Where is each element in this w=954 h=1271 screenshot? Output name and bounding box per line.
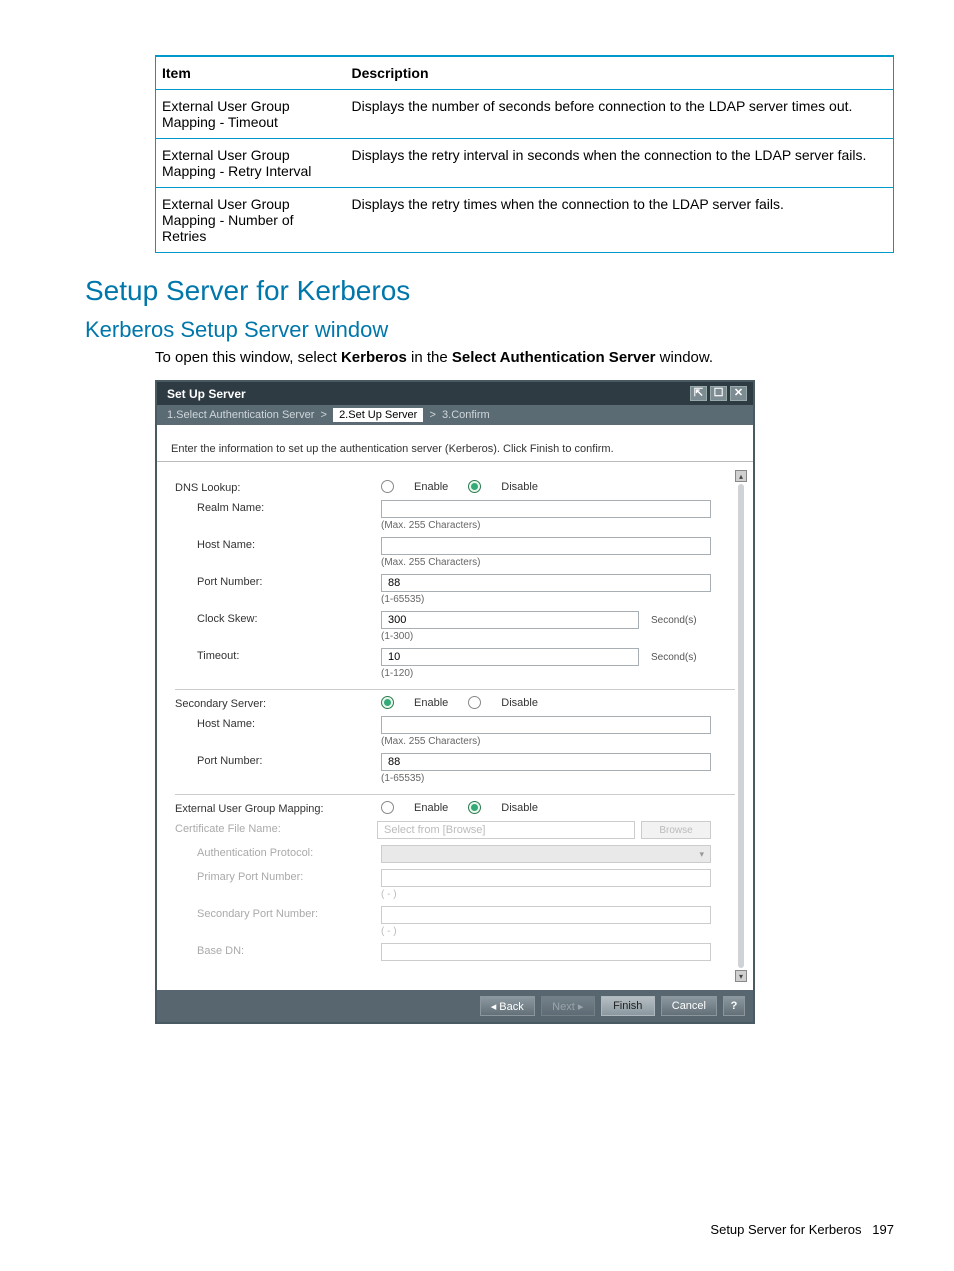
label-realm-name: Realm Name: <box>175 500 381 514</box>
label-secondary-server: Secondary Server: <box>175 696 381 710</box>
input-secondary-port <box>381 906 711 924</box>
table-row: External User Group Mapping - Number of … <box>156 188 894 253</box>
section-heading: Setup Server for Kerberos <box>85 275 894 307</box>
cancel-button[interactable]: Cancel <box>661 996 717 1016</box>
intro-text: To open this window, select Kerberos in … <box>155 349 894 366</box>
th-item: Item <box>156 56 346 90</box>
scrollbar[interactable]: ▴ ▾ <box>735 470 747 982</box>
input-port-number[interactable] <box>381 574 711 592</box>
active-step: 2.Set Up Server <box>333 408 423 422</box>
input-sec-host-name[interactable] <box>381 716 711 734</box>
label-timeout: Timeout: <box>175 648 381 662</box>
back-button[interactable]: ◂ Back <box>480 996 535 1016</box>
scroll-down-icon[interactable]: ▾ <box>735 970 747 982</box>
table-row: External User Group Mapping - Retry Inte… <box>156 139 894 188</box>
maximize-icon[interactable]: ☐ <box>710 386 727 401</box>
restore-icon[interactable]: ⇱ <box>690 386 707 401</box>
label-ext-mapping: External User Group Mapping: <box>175 801 381 815</box>
finish-button[interactable]: Finish <box>601 996 655 1016</box>
radio-dns-disable[interactable] <box>468 480 481 493</box>
close-icon[interactable]: ✕ <box>730 386 747 401</box>
label-host-name: Host Name: <box>175 537 381 551</box>
label-sec-port-number: Port Number: <box>175 753 381 767</box>
radio-secondary-enable[interactable] <box>381 696 394 709</box>
radio-mapping-disable[interactable] <box>468 801 481 814</box>
subsection-heading: Kerberos Setup Server window <box>85 317 894 343</box>
input-cert-file: Select from [Browse] <box>377 821 635 839</box>
dialog-footer: ◂ Back Next ▸ Finish Cancel ? <box>157 990 753 1022</box>
input-realm-name[interactable] <box>381 500 711 518</box>
select-auth-protocol <box>381 845 711 863</box>
label-dns-lookup: DNS Lookup: <box>175 480 381 494</box>
help-button[interactable]: ? <box>723 996 745 1016</box>
label-primary-port: Primary Port Number: <box>175 869 381 883</box>
scroll-up-icon[interactable]: ▴ <box>735 470 747 482</box>
radio-secondary-disable[interactable] <box>468 696 481 709</box>
dialog-instruction: Enter the information to set up the auth… <box>157 425 753 462</box>
form-area: ▴ ▾ DNS Lookup: Enable Disable Rea <box>157 462 753 990</box>
input-base-dn <box>381 943 711 961</box>
input-primary-port <box>381 869 711 887</box>
radio-dns-enable[interactable] <box>381 480 394 493</box>
page-footer: Setup Server for Kerberos 197 <box>710 1222 894 1237</box>
label-auth-protocol: Authentication Protocol: <box>175 845 381 859</box>
browse-button: Browse <box>641 821 711 839</box>
dialog-titlebar: Set Up Server ⇱ ☐ ✕ <box>157 382 753 405</box>
label-sec-host-name: Host Name: <box>175 716 381 730</box>
next-button: Next ▸ <box>541 996 595 1016</box>
label-port-number: Port Number: <box>175 574 381 588</box>
parameter-table: Item Description External User Group Map… <box>155 55 894 253</box>
label-base-dn: Base DN: <box>175 943 381 957</box>
input-host-name[interactable] <box>381 537 711 555</box>
wizard-breadcrumb: 1.Select Authentication Server > 2.Set U… <box>157 405 753 425</box>
radio-mapping-enable[interactable] <box>381 801 394 814</box>
label-cert-file: Certificate File Name: <box>175 821 377 835</box>
label-clock-skew: Clock Skew: <box>175 611 381 625</box>
input-clock-skew[interactable] <box>381 611 639 629</box>
setup-server-dialog: Set Up Server ⇱ ☐ ✕ 1.Select Authenticat… <box>155 380 755 1024</box>
label-secondary-port: Secondary Port Number: <box>175 906 381 920</box>
th-description: Description <box>346 56 894 90</box>
input-timeout[interactable] <box>381 648 639 666</box>
dialog-title: Set Up Server <box>167 387 246 401</box>
table-row: External User Group Mapping - Timeout Di… <box>156 90 894 139</box>
input-sec-port-number[interactable] <box>381 753 711 771</box>
